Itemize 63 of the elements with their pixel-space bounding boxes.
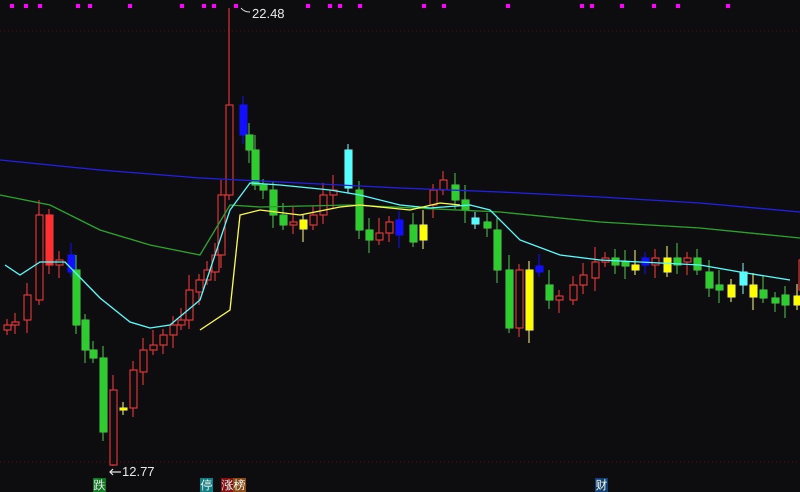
event-badge[interactable]: 榜 [233, 478, 246, 492]
candlestick [632, 250, 640, 276]
candlestick [396, 210, 404, 248]
candlestick [56, 250, 64, 278]
candlestick [684, 252, 692, 276]
candlestick [772, 292, 780, 312]
candlestick [452, 172, 460, 210]
candlestick [694, 248, 702, 276]
candlestick [622, 250, 630, 280]
candlestick [344, 144, 352, 194]
candlestick [664, 246, 672, 278]
candlestick [430, 184, 438, 218]
candlestick [580, 262, 588, 294]
candlestick [420, 210, 428, 250]
candlestick [270, 180, 278, 228]
candlestick [46, 208, 54, 274]
event-badge[interactable]: 财 [595, 478, 608, 492]
candlestick [462, 184, 470, 224]
candlestick [120, 402, 128, 416]
candlestick [310, 206, 318, 230]
candlestick [386, 216, 394, 242]
candlestick [674, 242, 682, 274]
candlestick [160, 328, 168, 354]
candlestick [728, 278, 736, 302]
event-badge[interactable]: 跌 [93, 478, 106, 492]
arrow-icon [109, 468, 121, 476]
low-price-label: 12.77 [122, 464, 155, 480]
candlestick [706, 260, 714, 298]
candlestick [472, 212, 480, 230]
candlestick [410, 212, 418, 248]
candlestick [782, 286, 790, 318]
candlestick [642, 252, 650, 274]
candlestick [536, 254, 544, 278]
candlestick [592, 246, 600, 292]
candlestick [570, 276, 578, 306]
candlestick [150, 330, 158, 356]
candlestick [716, 270, 724, 304]
candlestick [24, 282, 32, 334]
candlestick [740, 262, 748, 294]
candlestick [290, 206, 298, 234]
high-price-label: 22.48 [252, 6, 285, 22]
candlestick [750, 272, 758, 310]
candlestick [612, 248, 620, 274]
candlestick [546, 270, 554, 310]
candlestick [130, 360, 138, 418]
candlestick [484, 212, 492, 238]
candlestick [320, 182, 328, 224]
candlestick [760, 274, 768, 304]
candlestick [300, 214, 308, 242]
candlestick [280, 202, 288, 230]
candlestick [366, 218, 374, 254]
event-badge[interactable]: 停 [200, 478, 213, 492]
candlestick [330, 174, 338, 208]
candlestick [440, 170, 448, 196]
candlestick [356, 180, 364, 240]
candlestick [140, 338, 148, 386]
candlestick [652, 248, 660, 278]
event-badge[interactable]: 涨 [221, 478, 234, 492]
candlestick [494, 218, 502, 284]
candlestick [602, 252, 610, 268]
leader-line [240, 8, 250, 12]
candlestick [376, 218, 384, 246]
candlestick [556, 290, 564, 314]
